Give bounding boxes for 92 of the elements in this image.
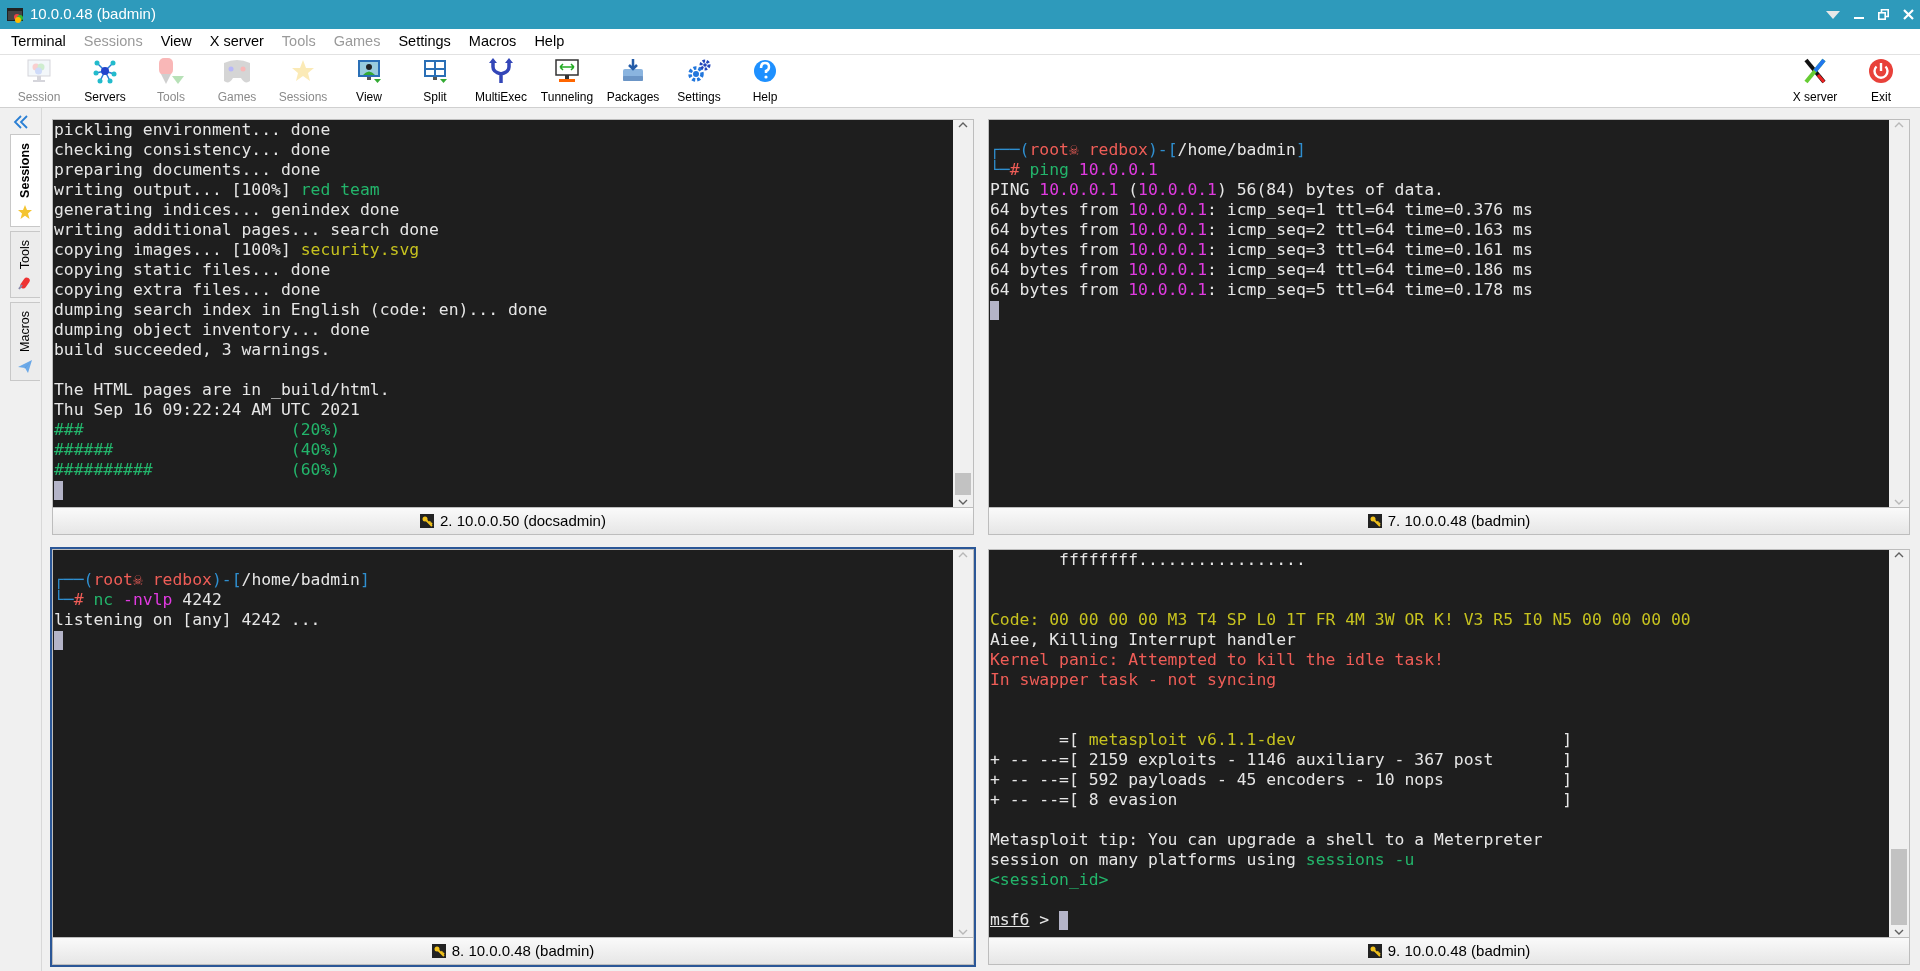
terminal-line: PING 10.0.0.1 (10.0.0.1) 56(84) bytes of data. bbox=[990, 180, 1444, 200]
maximize-icon[interactable] bbox=[1878, 9, 1889, 20]
terminal-line: + -- --=[ 592 payloads - 45 encoders - 10 nops ] bbox=[990, 770, 1573, 790]
terminal-line: copying images... [100%] security.svg bbox=[54, 240, 420, 260]
toolbar-button[interactable]: Servers bbox=[72, 55, 138, 107]
terminal-line: Code: 00 00 00 00 M3 T4 SP L0 1T FR 4M 3W OR K! V3 R5 I0 N5 00 00 00 00 bbox=[990, 610, 1691, 630]
toolbar-button[interactable]: View bbox=[336, 55, 402, 107]
toolbar-button[interactable]: X server bbox=[1782, 55, 1848, 107]
terminal-line: writing additional pages... search done bbox=[54, 220, 439, 240]
collapse-icon[interactable] bbox=[12, 114, 29, 130]
terminal-line: copying extra files... done bbox=[54, 280, 321, 300]
terminal-line: generating indices... genindex done bbox=[54, 200, 400, 220]
monitor-icon bbox=[25, 56, 53, 85]
pane-title: 7. 10.0.0.48 (badmin) bbox=[1387, 510, 1531, 531]
text-cursor bbox=[990, 300, 999, 320]
scrollbar-thumb[interactable] bbox=[1891, 849, 1907, 925]
toolbar-button[interactable]: Tunneling bbox=[534, 55, 600, 107]
terminal-line: 64 bytes from 10.0.0.1: icmp_seq=4 ttl=64 time=0.186 ms bbox=[990, 260, 1533, 280]
scrollbar-thumb[interactable] bbox=[955, 473, 971, 495]
text-cursor bbox=[54, 630, 63, 650]
terminal-line: Metasploit tip: You can upgrade a shell to a Meterpreter bbox=[990, 830, 1543, 850]
terminal-line: listening on [any] 4242 ... bbox=[54, 610, 321, 630]
terminal-line: + -- --=[ 8 evasion ] bbox=[990, 790, 1573, 810]
menu-item[interactable]: Help bbox=[525, 30, 574, 53]
paper-plane-icon bbox=[17, 358, 33, 375]
toolbar-button[interactable]: Exit bbox=[1848, 55, 1914, 107]
toolbar-button[interactable]: Split bbox=[402, 55, 468, 107]
toolbar-button[interactable]: Help bbox=[732, 55, 798, 107]
fork-icon bbox=[487, 56, 515, 85]
terminal-screen[interactable]: ┌──(root☠ redbox)-[/home/badmin] └─# nc -nvlp 4242 listening on [any] 4242 ... bbox=[52, 549, 974, 938]
menu-item[interactable]: Terminal bbox=[2, 30, 75, 53]
terminal-line: msf6 > bbox=[990, 910, 1051, 930]
menu-item[interactable]: Macros bbox=[459, 30, 526, 53]
key-icon bbox=[431, 944, 446, 958]
terminal-line: 64 bytes from 10.0.0.1: icmp_seq=2 ttl=64 time=0.163 ms bbox=[990, 220, 1533, 240]
terminal-line: + -- --=[ 2159 exploits - 1146 auxiliary - 367 post ] bbox=[990, 750, 1573, 770]
terminal-line: ffffffff................. bbox=[1058, 550, 1306, 570]
terminal-line: writing output... [100%] red team bbox=[54, 180, 380, 200]
text-cursor bbox=[1059, 910, 1069, 930]
terminal-line: └─# ping 10.0.0.1 bbox=[990, 160, 1158, 180]
terminal-line: └─# nc -nvlp 4242 bbox=[54, 590, 222, 610]
terminal-line: The HTML pages are in _build/html. bbox=[54, 380, 390, 400]
toolbar-button[interactable]: Settings bbox=[666, 55, 732, 107]
app-icon bbox=[6, 5, 24, 24]
toolbar-button[interactable]: MultiExec bbox=[468, 55, 534, 107]
dropdown-icon[interactable] bbox=[1826, 10, 1840, 19]
terminal-line: build succeeded, 3 warnings. bbox=[54, 340, 331, 360]
menu-item[interactable]: View bbox=[151, 30, 201, 53]
terminal-line: pickling environment... done bbox=[54, 120, 331, 140]
terminal-line: ###### (40%) bbox=[54, 440, 341, 460]
key-icon bbox=[1367, 944, 1382, 958]
sidebar-tab[interactable]: Sessions bbox=[9, 134, 40, 227]
terminal-line: Kernel panic: Attempted to kill the idle task! bbox=[990, 650, 1444, 670]
terminal-line: Aiee, Killing Interrupt handler bbox=[990, 630, 1296, 650]
menu-item[interactable]: X server bbox=[200, 30, 273, 53]
scroll-down-icon[interactable] bbox=[958, 499, 968, 505]
scroll-down-icon[interactable] bbox=[1894, 929, 1904, 935]
terminal-line: 64 bytes from 10.0.0.1: icmp_seq=5 ttl=64 time=0.178 ms bbox=[990, 280, 1533, 300]
terminal-line: ┌──(root☠ redbox)-[/home/badmin] bbox=[990, 140, 1306, 159]
terminal-line: copying static files... done bbox=[54, 260, 331, 280]
toolbar-button[interactable]: Packages bbox=[600, 55, 666, 107]
key-icon bbox=[1367, 514, 1382, 528]
scroll-up-icon[interactable] bbox=[1894, 552, 1904, 558]
scrollbar[interactable] bbox=[1889, 550, 1909, 937]
text-cursor bbox=[54, 480, 63, 500]
pane-title: 9. 10.0.0.48 (badmin) bbox=[1387, 940, 1531, 961]
terminal-line: In swapper task - not syncing bbox=[990, 670, 1277, 690]
scroll-up-icon[interactable] bbox=[958, 122, 968, 128]
terminal-line: dumping object inventory... done bbox=[54, 320, 370, 340]
scrollbar[interactable] bbox=[953, 120, 973, 507]
terminal-line: 64 bytes from 10.0.0.1: icmp_seq=1 ttl=64 time=0.376 ms bbox=[990, 200, 1533, 220]
pane-title: 8. 10.0.0.48 (badmin) bbox=[451, 940, 595, 961]
close-icon[interactable] bbox=[1903, 9, 1914, 20]
key-icon bbox=[420, 514, 435, 528]
terminal-pane[interactable]: ┌──(root☠ redbox)-[/home/badmin] └─# nc -nvlp 4242 listening on [any] 4242 ... 8. 10.0.0.48 (badmin) bbox=[50, 547, 976, 967]
window-title: 10.0.0.48 (badmin) bbox=[30, 4, 156, 25]
terminal-line: ########## (60%) bbox=[54, 460, 341, 480]
terminal-line: Thu Sep 16 09:22:24 AM UTC 2021 bbox=[54, 400, 360, 420]
sidebar-tab[interactable]: Macros bbox=[9, 302, 40, 382]
terminal-line: 64 bytes from 10.0.0.1: icmp_seq=3 ttl=64 time=0.161 ms bbox=[990, 240, 1533, 260]
terminal-line: dumping search index in English (code: en)... done bbox=[54, 300, 548, 320]
terminal-line: =[ metasploit v6.1.1-dev ] bbox=[1058, 730, 1573, 750]
terminal-line: ### (20%) bbox=[54, 420, 341, 440]
sidebar-tab[interactable]: Tools bbox=[9, 230, 40, 299]
terminal-line: preparing documents... done bbox=[54, 160, 321, 180]
terminal-line: <session_id> bbox=[990, 870, 1109, 890]
terminal-line: session on many platforms using sessions -u bbox=[990, 850, 1415, 870]
menu-item[interactable]: Settings bbox=[389, 30, 460, 53]
star-icon bbox=[17, 203, 33, 220]
pane-title: 2. 10.0.0.50 (docsadmin) bbox=[440, 510, 606, 531]
terminal-line: checking consistency... done bbox=[54, 140, 331, 160]
terminal-line: ┌──(root☠ redbox)-[/home/badmin] bbox=[54, 570, 370, 589]
